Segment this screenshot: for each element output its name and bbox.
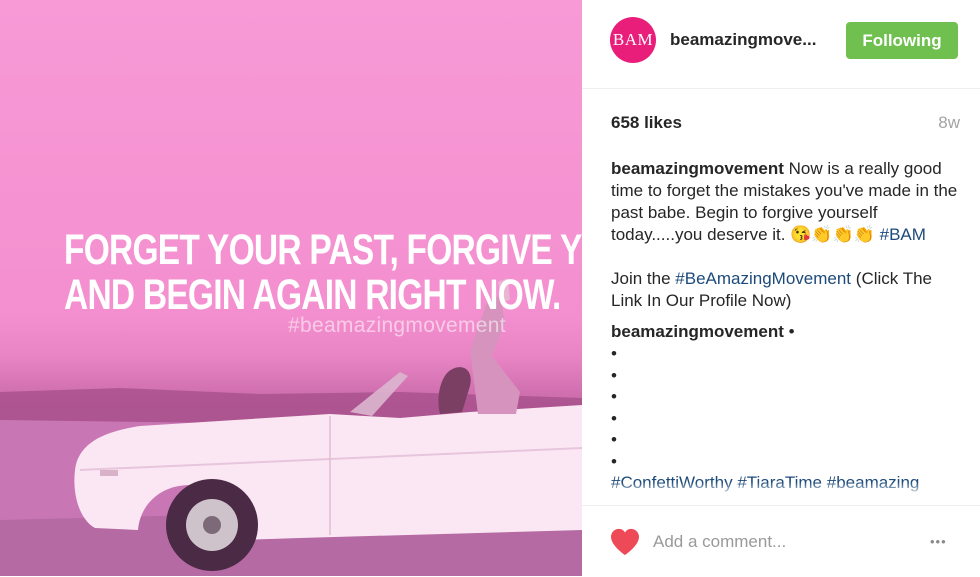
following-button[interactable]: Following bbox=[846, 22, 958, 59]
hashtag-bam[interactable]: #BAM bbox=[880, 225, 926, 244]
watermark-hashtag: #beamazingmovement bbox=[288, 314, 506, 337]
post-age[interactable]: 8w bbox=[938, 113, 960, 133]
bullet-line: • bbox=[611, 430, 617, 449]
join-prefix: Join the bbox=[611, 269, 671, 288]
signature-line: beamazingmovement • bbox=[611, 321, 963, 343]
bullet-line: • bbox=[611, 365, 617, 385]
hashtag-beamazingmovement[interactable]: #BeAmazingMovement bbox=[675, 269, 851, 288]
caption: beamazingmovement Now is a really good t… bbox=[611, 158, 963, 496]
bullet-line: • bbox=[611, 408, 617, 428]
comment-input[interactable] bbox=[653, 530, 883, 554]
bullet-line: • bbox=[611, 451, 617, 471]
signature-bullet: • bbox=[788, 322, 795, 341]
comment-bar: ••• bbox=[582, 505, 980, 577]
quote-text: Forget your past, forgive yourself, and … bbox=[64, 226, 582, 319]
signature-username[interactable]: beamazingmovement bbox=[611, 322, 784, 341]
join-paragraph: Join the #BeAmazingMovement (Click The L… bbox=[611, 268, 963, 312]
caption-paragraph: beamazingmovement Now is a really good t… bbox=[611, 158, 963, 246]
heart-icon[interactable] bbox=[610, 528, 640, 556]
bullet-line: • bbox=[611, 344, 617, 363]
more-options-icon[interactable]: ••• bbox=[930, 534, 947, 549]
post-image[interactable]: Forget your past, forgive yourself, and … bbox=[0, 0, 582, 576]
bullet-line: • bbox=[611, 387, 617, 406]
post-header: BAM beamazingmove... Following bbox=[582, 0, 980, 89]
username-link[interactable]: beamazingmove... bbox=[670, 30, 816, 50]
likes-count[interactable]: 658 likes bbox=[611, 113, 682, 133]
caption-username[interactable]: beamazingmovement bbox=[611, 159, 784, 178]
quote-line-1: Forget your past, forgive yourself, bbox=[64, 226, 582, 274]
post-side-panel: BAM beamazingmove... Following 658 likes… bbox=[582, 0, 980, 576]
quote-line-2: and begin again right now. bbox=[64, 271, 561, 319]
caption-emojis: 😘👏👏👏 bbox=[790, 225, 875, 244]
avatar[interactable]: BAM bbox=[610, 17, 656, 63]
